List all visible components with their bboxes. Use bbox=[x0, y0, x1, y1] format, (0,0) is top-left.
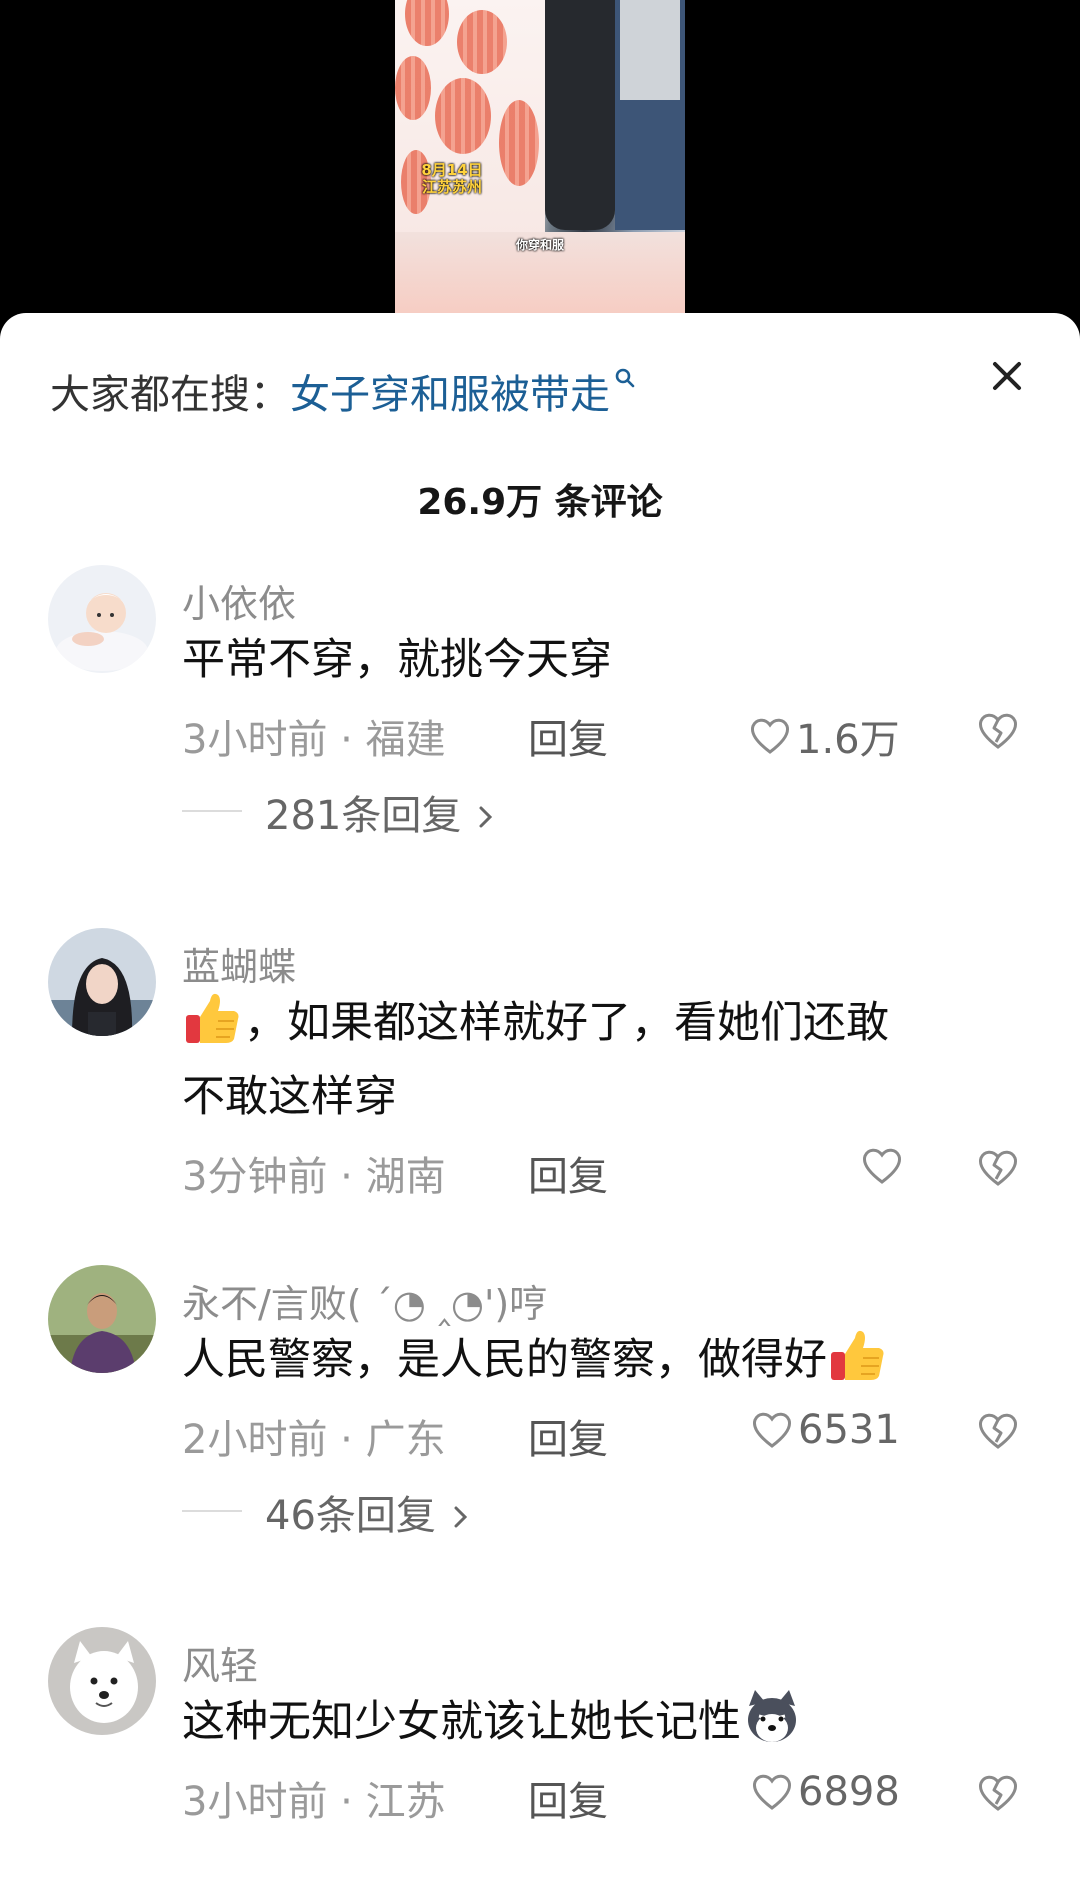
comment-meta: 3小时前 · 江苏 bbox=[182, 1769, 446, 1827]
comment-time: 3小时前 bbox=[182, 717, 328, 763]
comment-time: 2小时前 bbox=[182, 1417, 328, 1463]
thread-divider bbox=[182, 810, 242, 812]
video-player[interactable]: 8月14日 江苏苏州 你穿和服 bbox=[0, 0, 1080, 330]
view-replies-link[interactable]: 46条回复 bbox=[265, 1483, 473, 1541]
person-figure bbox=[545, 0, 615, 230]
comment-username[interactable]: 蓝蝴蝶 bbox=[182, 936, 296, 991]
comment-username[interactable]: 永不/言败( ´◔ ‸◔')哼 bbox=[182, 1273, 547, 1328]
meta-separator: · bbox=[327, 717, 366, 763]
chevron-right-icon bbox=[479, 806, 493, 828]
reply-button[interactable]: 回复 bbox=[528, 707, 608, 765]
reply-button[interactable]: 回复 bbox=[528, 1769, 608, 1827]
avatar[interactable] bbox=[48, 1627, 156, 1735]
like-count: 6531 bbox=[798, 1407, 900, 1453]
chevron-right-icon bbox=[454, 1506, 467, 1528]
comment-location: 广东 bbox=[365, 1417, 446, 1463]
heart-icon bbox=[753, 1774, 791, 1810]
replies-count: 281条回复 bbox=[265, 793, 462, 839]
broken-heart-icon[interactable] bbox=[976, 1146, 1020, 1190]
comment-text-content: 这种无知少女就该让她长记性 bbox=[182, 1697, 741, 1747]
meta-separator: · bbox=[327, 1154, 366, 1200]
meta-separator: · bbox=[327, 1417, 366, 1463]
comment-text: 人民警察，是人民的警察，做得好 bbox=[182, 1323, 1022, 1397]
comment-meta: 3分钟前 · 湖南 bbox=[182, 1144, 446, 1202]
avatar[interactable] bbox=[48, 928, 156, 1036]
comment-time: 3分钟前 bbox=[182, 1154, 328, 1200]
comment-text-content: 人民警察，是人民的警察，做得好 bbox=[182, 1335, 827, 1385]
comment-username[interactable]: 风轻 bbox=[182, 1635, 258, 1690]
video-caption-subtitle: 你穿和服 bbox=[515, 238, 564, 252]
search-suggestion-term[interactable]: 女子穿和服被带走 bbox=[290, 362, 610, 420]
comments-sheet: 大家都在搜： 女子穿和服被带走 26.9万 条评论 小依依 平常不穿，就挑今天穿… bbox=[0, 313, 1080, 1888]
search-icon[interactable] bbox=[614, 367, 636, 395]
search-suggestion-label: 大家都在搜： bbox=[50, 372, 290, 418]
comments-count-title: 26.9万 条评论 bbox=[417, 482, 663, 523]
comment-text: ，如果都这样就好了，看她们还敢不敢这样穿 bbox=[182, 986, 1022, 1134]
video-caption-date: 8月14日 江苏苏州 bbox=[421, 161, 483, 196]
reply-button[interactable]: 回复 bbox=[528, 1407, 608, 1465]
comment-text-line2: 不敢这样穿 bbox=[182, 1072, 397, 1122]
comment-text-line1: ，如果都这样就好了，看她们还敢 bbox=[244, 998, 889, 1048]
like-button[interactable]: 6531 bbox=[750, 1407, 900, 1453]
heart-icon bbox=[753, 1412, 791, 1448]
thread-divider bbox=[182, 1510, 242, 1512]
meta-separator: · bbox=[327, 1779, 366, 1825]
video-frame[interactable]: 8月14日 江苏苏州 你穿和服 bbox=[395, 0, 685, 330]
comment-meta: 3小时前 · 福建 bbox=[182, 707, 446, 765]
comment-text: 平常不穿，就挑今天穿 bbox=[182, 635, 612, 685]
comment-location: 福建 bbox=[365, 717, 446, 763]
broken-heart-icon[interactable] bbox=[976, 1409, 1020, 1453]
like-count: 6898 bbox=[798, 1769, 900, 1815]
comment-username[interactable]: 小依依 bbox=[182, 573, 296, 628]
heart-icon bbox=[751, 718, 789, 754]
dog-emoji bbox=[741, 1686, 803, 1748]
like-count: 1.6万 bbox=[796, 717, 900, 763]
like-button[interactable]: 1.6万 bbox=[748, 707, 900, 765]
view-replies-link[interactable]: 281条回复 bbox=[265, 783, 498, 841]
comment-meta: 2小时前 · 广东 bbox=[182, 1407, 446, 1465]
broken-heart-icon[interactable] bbox=[976, 1771, 1020, 1815]
avatar[interactable] bbox=[48, 1265, 156, 1373]
replies-count: 46条回复 bbox=[265, 1493, 436, 1539]
like-button[interactable]: 6898 bbox=[750, 1769, 900, 1815]
person-shirt bbox=[620, 0, 680, 100]
heart-icon bbox=[863, 1148, 901, 1184]
close-icon[interactable] bbox=[982, 351, 1032, 401]
comment-location: 江苏 bbox=[365, 1779, 446, 1825]
comment-location: 湖南 bbox=[365, 1154, 446, 1200]
thumbs-up-emoji bbox=[182, 987, 244, 1049]
avatar[interactable] bbox=[48, 565, 156, 673]
comment-text: 这种无知少女就该让她长记性 bbox=[182, 1685, 1022, 1759]
broken-heart-icon[interactable] bbox=[976, 709, 1020, 753]
thumbs-up-emoji bbox=[827, 1324, 889, 1386]
like-button[interactable] bbox=[860, 1144, 908, 1188]
comment-time: 3小时前 bbox=[182, 1779, 328, 1825]
reply-button[interactable]: 回复 bbox=[528, 1144, 608, 1202]
search-suggestion[interactable]: 大家都在搜： 女子穿和服被带走 bbox=[50, 361, 636, 421]
